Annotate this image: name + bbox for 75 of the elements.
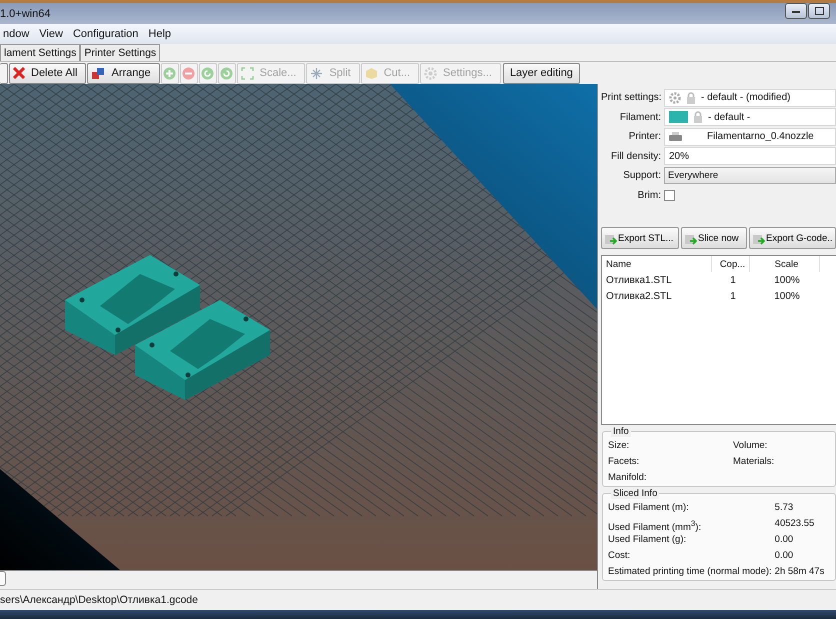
info-value: 0.00 <box>774 533 794 546</box>
printer-icon <box>669 132 682 142</box>
group-title: Sliced Info <box>611 488 660 499</box>
minus-icon <box>182 66 196 80</box>
menu-item[interactable]: Configuration <box>72 28 146 40</box>
info-label: Estimated printing time (normal mode): <box>608 565 772 578</box>
list-cell-text: Отливка1.STL <box>605 274 673 286</box>
toolbar-button[interactable]: Delete All <box>9 62 86 84</box>
info-label: Volume: <box>733 439 768 452</box>
sparkle-icon <box>310 66 324 80</box>
close-icon <box>13 67 25 79</box>
list-cell-text: 1 <box>729 290 737 302</box>
menu-item[interactable]: Help <box>148 28 178 40</box>
action-button[interactable]: Slice now <box>681 227 747 249</box>
preset-field[interactable]: - default - <box>664 108 836 126</box>
object-list[interactable]: Name Cop... Scale Отливка1.STL 1 100% Отливка2.STL 1 100% <box>601 255 836 425</box>
info-value: 5.73 <box>774 501 794 514</box>
info-value: 0.00 <box>774 549 794 562</box>
support-dropdown[interactable]: Everywhere <box>664 167 836 184</box>
lock-icon <box>686 92 696 104</box>
box-icon <box>364 66 378 80</box>
list-cell-text: 1 <box>729 274 737 286</box>
status-text: sers\Александр\Desktop\Отливка1.gcode <box>0 594 198 606</box>
setting-label: Brim: <box>636 190 661 201</box>
settings-tab[interactable]: lament Settings <box>0 44 80 61</box>
minimize-icon <box>792 10 800 12</box>
info-label: Facets: <box>608 455 640 468</box>
window-title: 1.0+win64 <box>0 8 50 20</box>
preset-field[interactable]: - default - (modified) <box>664 88 836 107</box>
setting-label: Support: <box>622 170 661 182</box>
setting-label: Fill density: <box>610 150 661 162</box>
cubes-icon <box>91 66 106 80</box>
info-label: Used Filament (m): <box>608 501 690 514</box>
rotate-right-icon <box>220 66 234 80</box>
plus-icon <box>163 66 176 80</box>
maximize-icon <box>814 7 824 15</box>
info-value: 2h 58m 47s <box>774 565 826 578</box>
info-label: Used Filament (mm$^{3}$): <box>608 518 702 530</box>
gear-icon <box>669 92 681 104</box>
setting-label: Print settings: <box>601 92 661 104</box>
info-label: Size: <box>608 439 630 452</box>
info-label: Materials: <box>733 455 776 468</box>
info-label: Used Filament (g): <box>608 533 688 546</box>
group-title: Info <box>611 426 631 437</box>
column-header[interactable]: Cop... <box>712 256 750 272</box>
info-label: Manifold: <box>608 471 648 484</box>
rotate-left-icon <box>201 66 214 80</box>
list-cell-text: Отливка2.STL <box>605 290 673 302</box>
column-header[interactable]: Name <box>602 256 712 272</box>
printer-field[interactable]: Filamentarno_0.4nozzle <box>664 128 836 146</box>
setting-label: Printer: <box>628 131 661 142</box>
3d-viewport[interactable] <box>0 84 597 570</box>
maximize-button[interactable] <box>808 3 830 19</box>
toolbar-button[interactable]: Layer editing <box>502 62 580 84</box>
setting-label: Filament: <box>618 112 661 123</box>
settings-tab[interactable]: Printer Settings <box>80 44 160 61</box>
toolbar-button[interactable]: Arrange <box>87 62 160 84</box>
info-label: Cost: <box>608 549 632 562</box>
list-cell-text: 100% <box>773 274 801 286</box>
scroll-handle[interactable] <box>0 571 6 586</box>
menu-item[interactable]: ndow <box>3 28 36 40</box>
list-cell-text: 100% <box>773 290 801 302</box>
info-value: 40523.55 <box>774 517 816 530</box>
brim-checkbox[interactable] <box>664 190 675 201</box>
toolbar-button[interactable] <box>0 62 8 84</box>
action-button[interactable]: Export STL... <box>601 227 679 249</box>
column-header[interactable]: Scale <box>750 256 820 272</box>
expand-icon <box>240 66 254 80</box>
minimize-button[interactable] <box>785 3 807 19</box>
lock-icon <box>693 111 703 124</box>
fill-density-field[interactable]: 20% <box>664 147 836 166</box>
menu-item[interactable]: View <box>39 28 70 40</box>
mold-block-drawing[interactable] <box>135 300 270 400</box>
action-button[interactable]: Export G-code.. <box>749 227 836 249</box>
gear-icon <box>424 66 438 80</box>
